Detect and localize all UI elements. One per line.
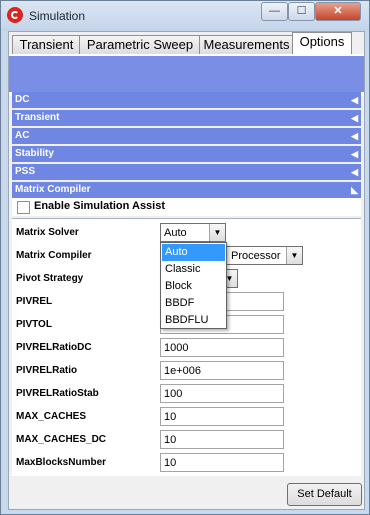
option-classic[interactable]: Classic: [162, 261, 225, 278]
section-pss[interactable]: PSS ◀: [12, 164, 361, 180]
max-caches-label: MAX_CACHES: [16, 411, 87, 422]
max-caches-dc-label: MAX_CACHES_DC: [16, 434, 107, 445]
chevron-down-icon[interactable]: ▼: [286, 247, 302, 264]
section-label: Matrix Compiler: [15, 184, 91, 195]
matrix-solver-select[interactable]: Auto ▼: [160, 223, 226, 242]
matrix-solver-dropdown-list: Auto Classic Block BBDF BBDFLU: [160, 242, 227, 329]
collapse-arrow-icon: ◀: [351, 95, 358, 105]
simulation-assist-checkbox[interactable]: [17, 201, 30, 214]
title-bar[interactable]: Simulation — ☐ ✕: [1, 1, 369, 31]
pivrel-label: PIVREL: [16, 296, 53, 307]
pivrel-ratio-dc-label: PIVRELRatioDC: [16, 342, 92, 353]
collapse-arrow-icon: ◀: [351, 113, 358, 123]
pivrel-ratio-stab-field[interactable]: 100: [160, 384, 284, 403]
banner-fill: [9, 56, 364, 92]
simulation-assist-row: Enable Simulation Assist: [12, 198, 361, 216]
section-ac[interactable]: AC ◀: [12, 128, 361, 144]
tab-transient[interactable]: Transient: [12, 35, 81, 55]
close-button[interactable]: ✕: [315, 2, 361, 21]
tab-strip: Transient Parametric Sweep Measurements …: [9, 32, 364, 55]
chevron-down-icon[interactable]: ▼: [209, 224, 225, 241]
set-default-button[interactable]: Set Default: [287, 483, 362, 506]
max-caches-dc-field[interactable]: 10: [160, 430, 284, 449]
matrix-compiler-value: Processor: [231, 250, 281, 262]
minimize-button[interactable]: —: [261, 2, 288, 21]
section-matrix-compiler[interactable]: Matrix Compiler ◣: [12, 182, 361, 198]
collapse-arrow-icon: ◀: [351, 167, 358, 177]
options-banner: [9, 54, 364, 96]
max-blocks-number-field[interactable]: 10: [160, 453, 284, 472]
simulation-assist-label: Enable Simulation Assist: [34, 200, 166, 212]
window-title: Simulation: [29, 9, 86, 23]
pivrel-ratio-field[interactable]: 1e+006: [160, 361, 284, 380]
tab-measurements[interactable]: Measurements: [199, 35, 294, 55]
section-label: Stability: [15, 148, 54, 159]
matrix-solver-label: Matrix Solver: [16, 227, 79, 238]
matrix-compiler-label: Matrix Compiler: [16, 250, 92, 261]
option-auto[interactable]: Auto: [162, 244, 225, 261]
tab-parametric-sweep[interactable]: Parametric Sweep: [79, 35, 201, 55]
app-logo-icon: [7, 7, 23, 23]
maximize-button[interactable]: ☐: [288, 2, 315, 21]
option-bbdf[interactable]: BBDF: [162, 295, 225, 312]
matrix-solver-value: Auto: [164, 227, 187, 239]
expand-arrow-icon: ◣: [351, 185, 358, 195]
pivot-strategy-label: Pivot Strategy: [16, 273, 84, 284]
max-blocks-number-label: MaxBlocksNumber: [16, 457, 107, 468]
dialog-body: Transient Parametric Sweep Measurements …: [8, 31, 365, 510]
option-block[interactable]: Block: [162, 278, 225, 295]
pivrel-ratio-dc-field[interactable]: 1000: [160, 338, 284, 357]
pivtol-label: PIVTOL: [16, 319, 52, 330]
pivrel-ratio-stab-label: PIVRELRatioStab: [16, 388, 99, 399]
simulation-window: Simulation — ☐ ✕ Transient Parametric Sw…: [0, 0, 370, 515]
collapse-arrow-icon: ◀: [351, 149, 358, 159]
section-stability[interactable]: Stability ◀: [12, 146, 361, 162]
collapse-arrow-icon: ◀: [351, 131, 358, 141]
section-transient[interactable]: Transient ◀: [12, 110, 361, 126]
section-label: AC: [15, 130, 30, 141]
tab-options[interactable]: Options: [292, 32, 352, 55]
section-label: DC: [15, 94, 30, 105]
pivrel-ratio-label: PIVRELRatio: [16, 365, 78, 376]
section-dc[interactable]: DC ◀: [12, 92, 361, 108]
section-label: PSS: [15, 166, 36, 177]
max-caches-field[interactable]: 10: [160, 407, 284, 426]
option-bbdflu[interactable]: BBDFLU: [162, 312, 225, 329]
section-label: Transient: [15, 112, 60, 123]
